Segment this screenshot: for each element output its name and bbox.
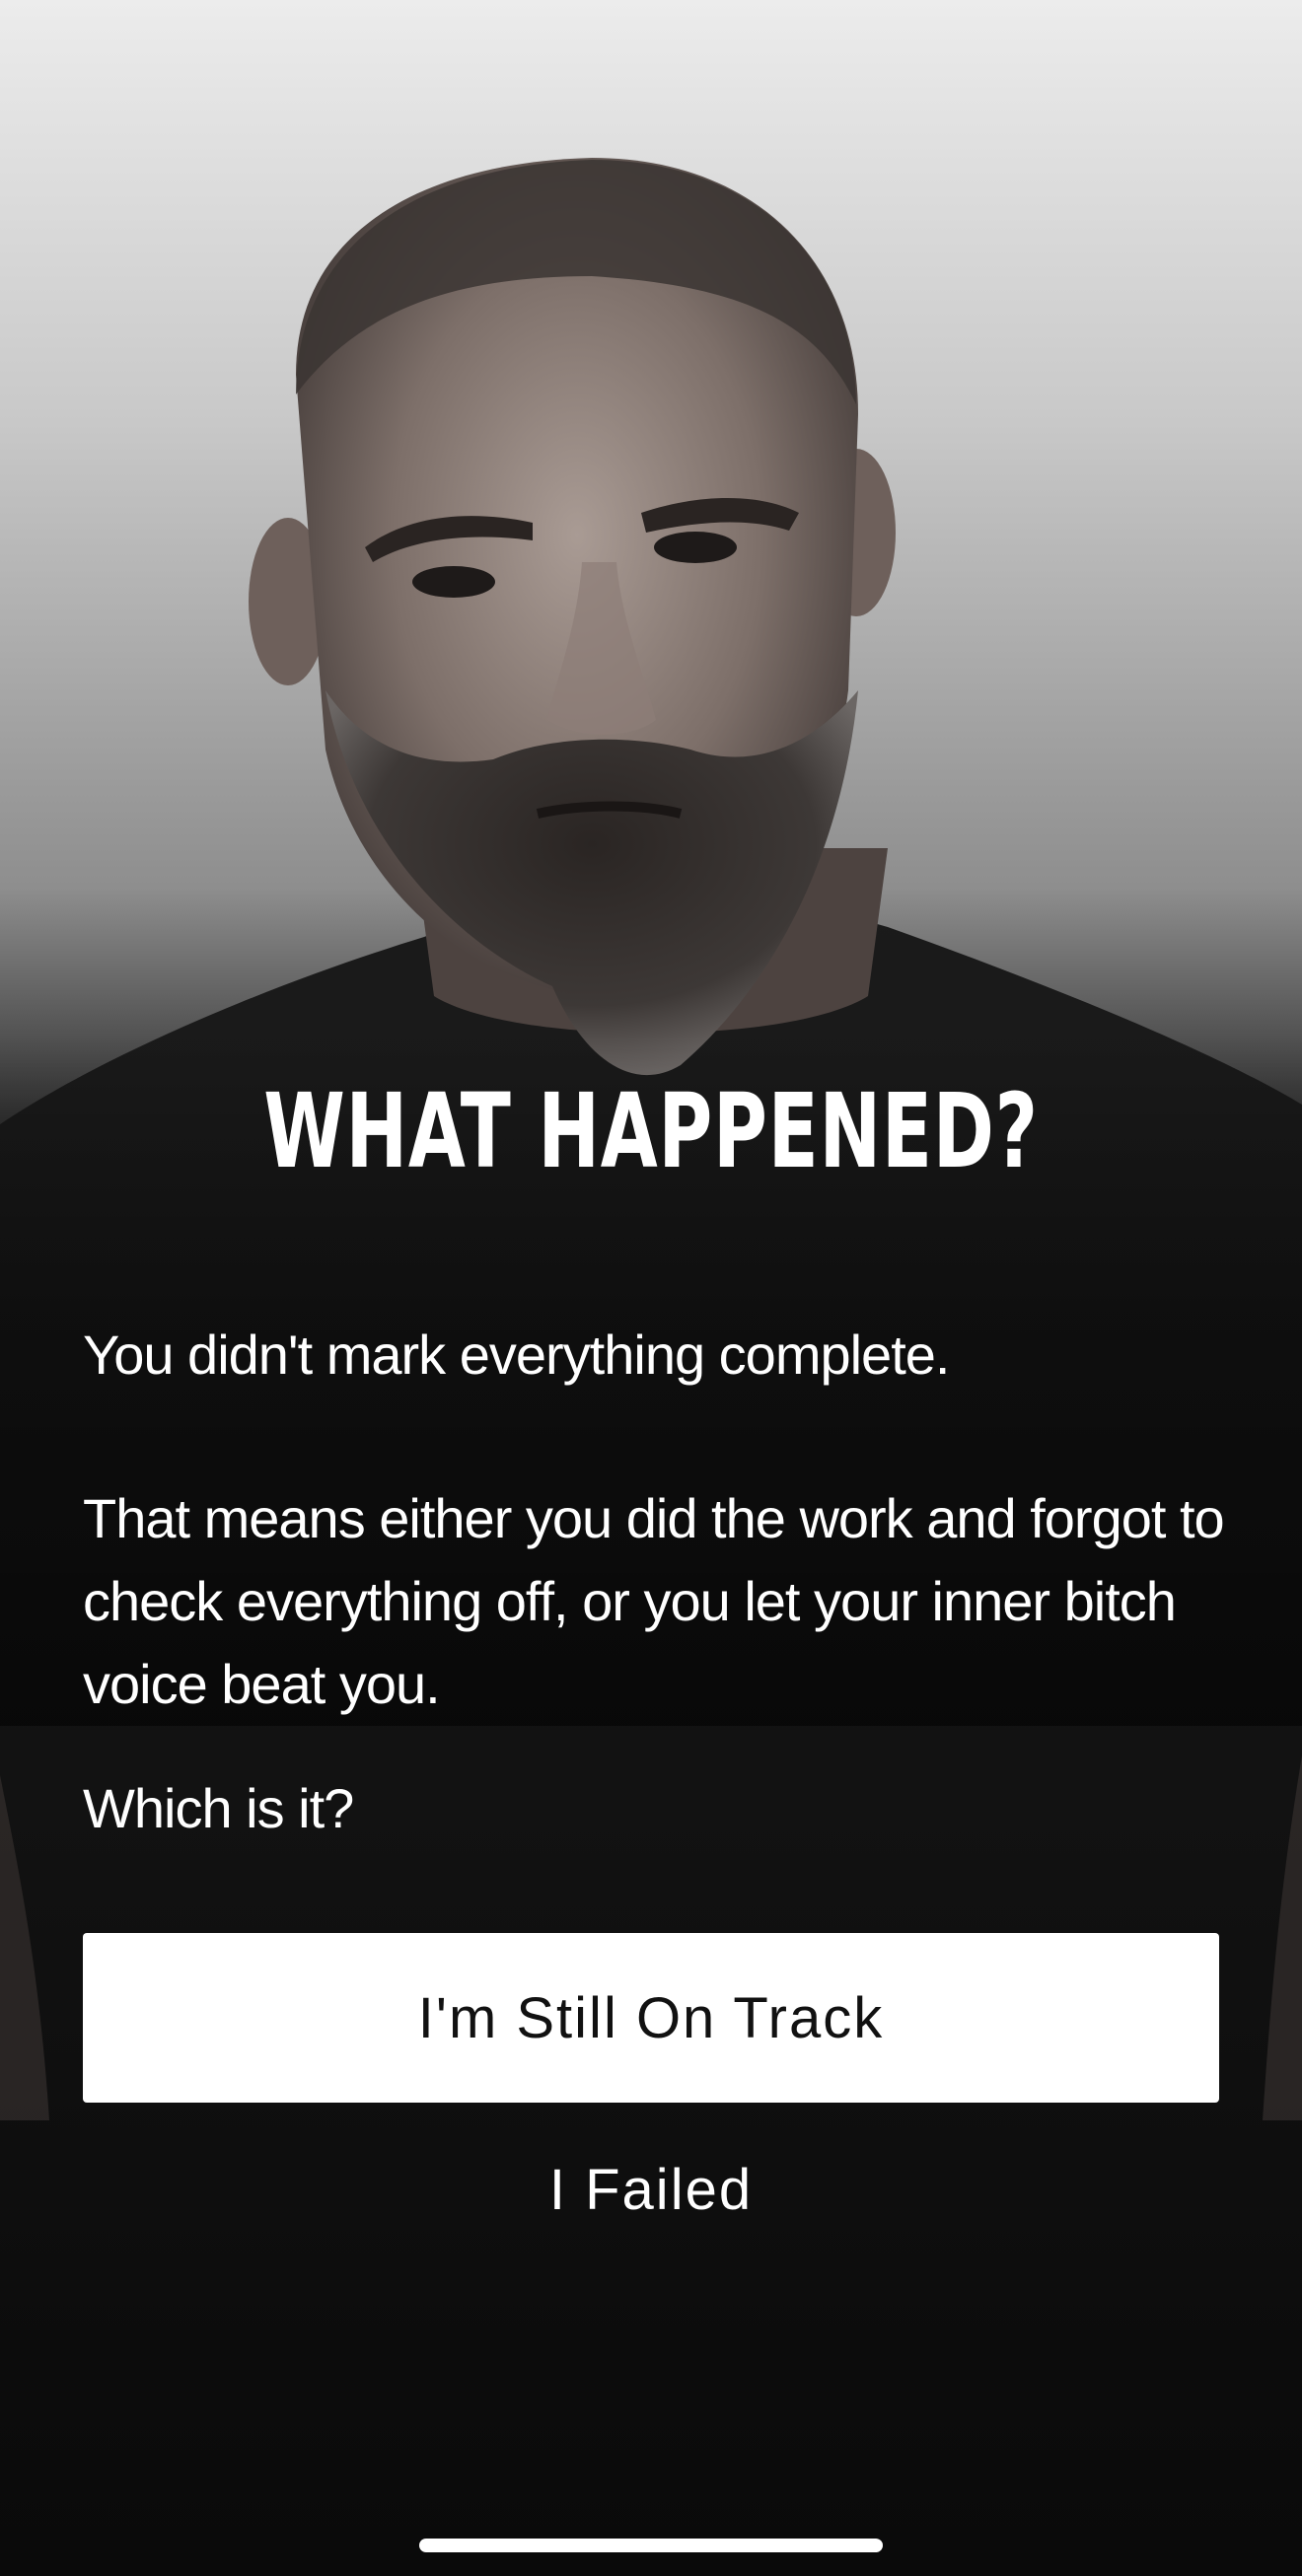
message-question: Which is it?	[83, 1777, 354, 1839]
i-failed-button[interactable]: I Failed	[83, 2130, 1219, 2249]
content: WHAT HAPPENED? You didn't mark everythin…	[0, 0, 1302, 2576]
message-line-1: You didn't mark everything complete.	[83, 1324, 950, 1386]
screen: WHAT HAPPENED? You didn't mark everythin…	[0, 0, 1302, 2576]
still-on-track-button[interactable]: I'm Still On Track	[83, 1933, 1219, 2103]
home-indicator[interactable]	[419, 2539, 883, 2552]
message-line-2: That means either you did the work and f…	[83, 1487, 1225, 1715]
page-title: WHAT HAPPENED?	[263, 1071, 1039, 1191]
